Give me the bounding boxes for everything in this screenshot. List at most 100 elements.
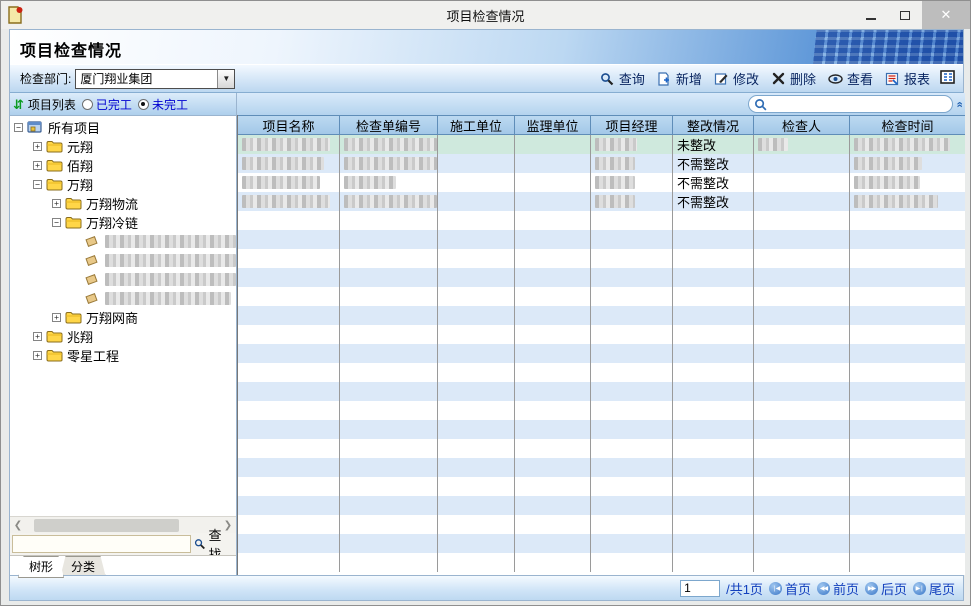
redacted-value bbox=[344, 157, 437, 170]
cell-manager bbox=[591, 363, 673, 382]
tree-item-万翔[interactable]: −万翔 bbox=[10, 175, 236, 194]
query-button[interactable]: 查询 bbox=[595, 67, 650, 90]
table-row-empty[interactable] bbox=[238, 534, 965, 553]
table-row-empty[interactable] bbox=[238, 268, 965, 287]
cell-code bbox=[340, 515, 438, 534]
table-row-empty[interactable] bbox=[238, 344, 965, 363]
minimize-button[interactable] bbox=[854, 1, 888, 29]
chevron-down-icon[interactable]: ▼ bbox=[217, 70, 234, 88]
grid-icon bbox=[940, 70, 955, 87]
tree-item-万翔冷链[interactable]: −万翔冷链 bbox=[10, 213, 236, 232]
expand-icon[interactable]: + bbox=[33, 142, 42, 151]
view-button[interactable]: 查看 bbox=[823, 67, 878, 90]
prev-page-button[interactable]: ◀◀ 前页 bbox=[817, 579, 859, 598]
tree-item-佰翔[interactable]: +佰翔 bbox=[10, 156, 236, 175]
cell-name bbox=[238, 325, 340, 344]
table-row-empty[interactable] bbox=[238, 515, 965, 534]
table-row-empty[interactable] bbox=[238, 420, 965, 439]
cell-supervisor bbox=[515, 211, 591, 230]
scrollbar-thumb[interactable] bbox=[34, 519, 179, 532]
table-row[interactable]: 不需整改 bbox=[238, 192, 965, 211]
table-row[interactable]: 不需整改 bbox=[238, 173, 965, 192]
col-header-builder[interactable]: 施工单位 bbox=[438, 115, 515, 135]
cell-builder bbox=[438, 154, 515, 173]
tree-item-万翔物流[interactable]: +万翔物流 bbox=[10, 194, 236, 213]
tree-item-零星工程[interactable]: +零星工程 bbox=[10, 346, 236, 365]
collapse-icon[interactable]: − bbox=[33, 180, 42, 189]
dept-dropdown[interactable]: 厦门翔业集团 ▼ bbox=[75, 69, 235, 89]
col-header-manager[interactable]: 项目经理 bbox=[591, 115, 673, 135]
report-button[interactable]: 报表 bbox=[880, 67, 935, 90]
cell-inspector bbox=[754, 439, 850, 458]
table-row-empty[interactable] bbox=[238, 249, 965, 268]
tree-item-blurred[interactable] bbox=[10, 251, 236, 270]
next-page-button[interactable]: ▶▶ 后页 bbox=[865, 579, 907, 598]
add-button[interactable]: 新增 bbox=[652, 67, 707, 90]
table-row-empty[interactable] bbox=[238, 382, 965, 401]
table-row-empty[interactable] bbox=[238, 477, 965, 496]
cell-rectify: 未整改 bbox=[673, 135, 754, 154]
tree-find-input[interactable] bbox=[12, 535, 191, 553]
cell-supervisor bbox=[515, 135, 591, 154]
scrollbar-track[interactable] bbox=[26, 519, 220, 532]
grid-view-button[interactable] bbox=[937, 70, 957, 88]
collapse-icon[interactable]: − bbox=[14, 123, 23, 132]
table-search-input[interactable] bbox=[748, 95, 953, 113]
table-row-empty[interactable] bbox=[238, 306, 965, 325]
table-row-empty[interactable] bbox=[238, 325, 965, 344]
page-number-input[interactable] bbox=[680, 580, 720, 597]
scroll-left-icon[interactable]: ❮ bbox=[10, 520, 26, 531]
cell-code bbox=[340, 496, 438, 515]
radio-finished[interactable]: 已完工 bbox=[82, 96, 132, 113]
first-page-button[interactable]: ❘◀ 首页 bbox=[769, 579, 811, 598]
tree-item-blurred[interactable] bbox=[10, 270, 236, 289]
cell-manager bbox=[591, 154, 673, 173]
col-header-rectify[interactable]: 整改情况 bbox=[673, 115, 754, 135]
edit-button[interactable]: 修改 bbox=[709, 67, 764, 90]
tree-item-所有项目[interactable]: −所有项目 bbox=[10, 118, 236, 137]
table-row-empty[interactable] bbox=[238, 401, 965, 420]
table-row-empty[interactable] bbox=[238, 363, 965, 382]
collapse-icon[interactable]: − bbox=[52, 218, 61, 227]
last-page-button[interactable]: ▶❘ 尾页 bbox=[913, 579, 955, 598]
cell-time bbox=[850, 306, 965, 325]
tree-horizontal-scrollbar[interactable]: ❮ ❯ bbox=[10, 516, 236, 533]
maximize-button[interactable] bbox=[888, 1, 922, 29]
close-button[interactable]: ✕ bbox=[922, 1, 970, 29]
table-row-empty[interactable] bbox=[238, 553, 965, 572]
col-header-check-time[interactable]: 检查时间 bbox=[850, 115, 965, 135]
table-row-empty[interactable] bbox=[238, 287, 965, 306]
col-header-supervisor[interactable]: 监理单位 bbox=[515, 115, 591, 135]
expand-icon[interactable]: + bbox=[52, 199, 61, 208]
expand-icon[interactable]: + bbox=[33, 351, 42, 360]
radio-unfinished-circle[interactable] bbox=[138, 99, 149, 110]
table-row-empty[interactable] bbox=[238, 211, 965, 230]
cell-rectify bbox=[673, 344, 754, 363]
expand-icon[interactable]: + bbox=[33, 332, 42, 341]
tree-item-blurred[interactable] bbox=[10, 232, 236, 251]
window-title: 项目检查情况 bbox=[1, 6, 970, 25]
collapse-chevrons-icon[interactable]: « bbox=[953, 101, 965, 106]
cell-manager bbox=[591, 135, 673, 154]
delete-button[interactable]: 删除 bbox=[766, 67, 821, 90]
table-row-empty[interactable] bbox=[238, 230, 965, 249]
tree-item-元翔[interactable]: +元翔 bbox=[10, 137, 236, 156]
table-row-empty[interactable] bbox=[238, 439, 965, 458]
tree-item-blurred[interactable] bbox=[10, 289, 236, 308]
tree-item-万翔网商[interactable]: +万翔网商 bbox=[10, 308, 236, 327]
col-header-check-no[interactable]: 检查单编号 bbox=[340, 115, 438, 135]
tab-tree[interactable]: 树形 bbox=[18, 556, 64, 578]
table-row-empty[interactable] bbox=[238, 496, 965, 515]
expand-icon[interactable]: + bbox=[33, 161, 42, 170]
radio-finished-circle[interactable] bbox=[82, 99, 93, 110]
radio-unfinished[interactable]: 未完工 bbox=[138, 96, 188, 113]
table-row-empty[interactable] bbox=[238, 458, 965, 477]
expand-icon[interactable]: + bbox=[52, 313, 61, 322]
redacted-value bbox=[595, 195, 635, 208]
col-header-inspector[interactable]: 检查人 bbox=[754, 115, 850, 135]
table-row[interactable]: 未整改 bbox=[238, 135, 965, 154]
col-header-project-name[interactable]: 项目名称 bbox=[238, 115, 340, 135]
table-row[interactable]: 不需整改 bbox=[238, 154, 965, 173]
refresh-icon[interactable]: ⇵ bbox=[13, 98, 24, 111]
tree-item-兆翔[interactable]: +兆翔 bbox=[10, 327, 236, 346]
